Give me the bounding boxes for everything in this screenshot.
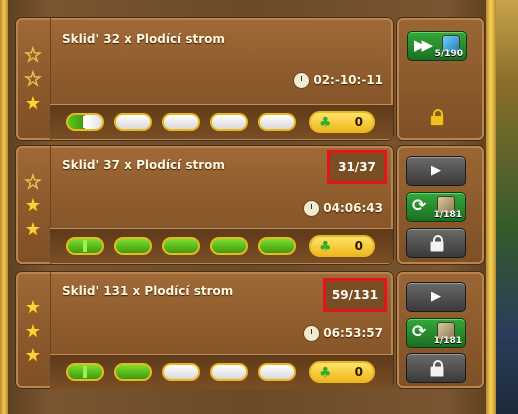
- quest-timer: 02:-10:-11: [293, 72, 383, 89]
- window-border-left: [0, 0, 8, 414]
- quest-timer: 06:53:57: [303, 325, 383, 342]
- quest-title: Sklid' 37 x Plodící strom: [62, 158, 225, 172]
- star-icon: ★: [24, 45, 42, 66]
- progress-pill: [66, 363, 104, 381]
- fast-forward-icon: ▶▶: [414, 36, 433, 54]
- lock-button[interactable]: [406, 353, 466, 383]
- play-icon: ▶: [431, 163, 441, 178]
- star-icon: ★: [24, 321, 42, 342]
- progress-pill: [66, 113, 104, 131]
- quest-actions: ▶▶ 5/190 .row .lock.gold::before{}: [397, 18, 484, 140]
- play-button[interactable]: ▶: [406, 282, 466, 312]
- refresh-icon: ⟳: [412, 322, 427, 342]
- timer-value: 04:06:43: [323, 201, 383, 215]
- reward-value: 0: [354, 115, 363, 129]
- quest-title: Sklid' 131 x Plodící strom: [62, 284, 234, 298]
- quest-timer: 04:06:43: [303, 200, 383, 217]
- progress-pills: ♣ 0: [50, 228, 393, 263]
- quest-panel: ★ ★ ★ Sklid' 32 x Plodící strom 02:-10:-…: [16, 18, 393, 140]
- progress-pill: [162, 113, 200, 131]
- progress-pill: [66, 237, 104, 255]
- progress-pill: [258, 113, 296, 131]
- background-scenery: [496, 0, 518, 414]
- progress-pill: [258, 237, 296, 255]
- lock-button[interactable]: [406, 228, 466, 258]
- progress-pill: [210, 237, 248, 255]
- reward-value: 0: [354, 365, 363, 379]
- window-border-right: [486, 0, 496, 414]
- reward-badge: ♣ 0: [309, 111, 375, 133]
- quest-panel: ★ ★ ★ Sklid' 131 x Plodící strom 59/131 …: [16, 272, 393, 389]
- fast-forward-button[interactable]: ▶▶ 5/190: [407, 31, 467, 61]
- timer-value: 06:53:57: [323, 326, 383, 340]
- quest-title: Sklid' 32 x Plodící strom: [62, 32, 225, 46]
- star-icon: ★: [24, 297, 42, 318]
- quest-row-2: ★ ★ ★ Sklid' 37 x Plodící strom 31/37 04…: [16, 146, 484, 264]
- progress-pill: [114, 113, 152, 131]
- progress-pill: [162, 237, 200, 255]
- timer-value: 02:-10:-11: [313, 73, 383, 87]
- star-icon: ★: [24, 219, 42, 240]
- quest-panel: ★ ★ ★ Sklid' 37 x Plodící strom 31/37 04…: [16, 146, 393, 264]
- clock-icon: [303, 200, 321, 217]
- star-icon: ★: [24, 345, 42, 366]
- refresh-button[interactable]: ⟳ 1/181: [406, 318, 466, 348]
- play-button[interactable]: ▶: [406, 156, 466, 186]
- star-column: ★ ★ ★: [16, 146, 51, 264]
- clover-icon: ♣: [319, 115, 332, 131]
- progress-pill: [258, 363, 296, 381]
- star-icon: ★: [24, 69, 42, 90]
- refresh-count: 1/181: [433, 210, 462, 220]
- refresh-count: 1/181: [433, 336, 462, 346]
- lock-icon: [430, 360, 444, 377]
- refresh-button[interactable]: ⟳ 1/181: [406, 192, 466, 222]
- star-icon: ★: [24, 172, 42, 193]
- progress-pills: ♣ 0: [50, 104, 393, 139]
- reward-badge: ♣ 0: [309, 361, 375, 383]
- progress-pill: [162, 363, 200, 381]
- clover-icon: ♣: [319, 365, 332, 381]
- progress-pills: ♣ 0: [50, 354, 393, 389]
- clock-icon: [293, 72, 311, 89]
- lock-icon: .row .lock.gold::before{}: [430, 109, 444, 126]
- harvest-count: 59/131: [323, 278, 387, 312]
- star-icon: ★: [24, 93, 42, 114]
- quest-actions: ▶ ⟳ 1/181: [397, 272, 484, 388]
- lock-icon: [430, 235, 444, 252]
- reward-badge: ♣ 0: [309, 235, 375, 257]
- clock-icon: [303, 325, 321, 342]
- quest-row-3: ★ ★ ★ Sklid' 131 x Plodící strom 59/131 …: [16, 272, 484, 389]
- progress-pill: [114, 363, 152, 381]
- star-column: ★ ★ ★: [16, 18, 51, 140]
- play-icon: ▶: [431, 289, 441, 304]
- quest-actions: ▶ ⟳ 1/181: [397, 146, 484, 264]
- progress-pill: [114, 237, 152, 255]
- progress-pill: [210, 363, 248, 381]
- quest-row-1: ★ ★ ★ Sklid' 32 x Plodící strom 02:-10:-…: [16, 18, 484, 140]
- reward-value: 0: [354, 239, 363, 253]
- harvest-count: 31/37: [327, 150, 387, 184]
- progress-pill: [210, 113, 248, 131]
- action-count: 5/190: [434, 49, 463, 59]
- clover-icon: ♣: [319, 239, 332, 255]
- star-column: ★ ★ ★: [16, 272, 51, 388]
- star-icon: ★: [24, 195, 42, 216]
- refresh-icon: ⟳: [412, 196, 427, 216]
